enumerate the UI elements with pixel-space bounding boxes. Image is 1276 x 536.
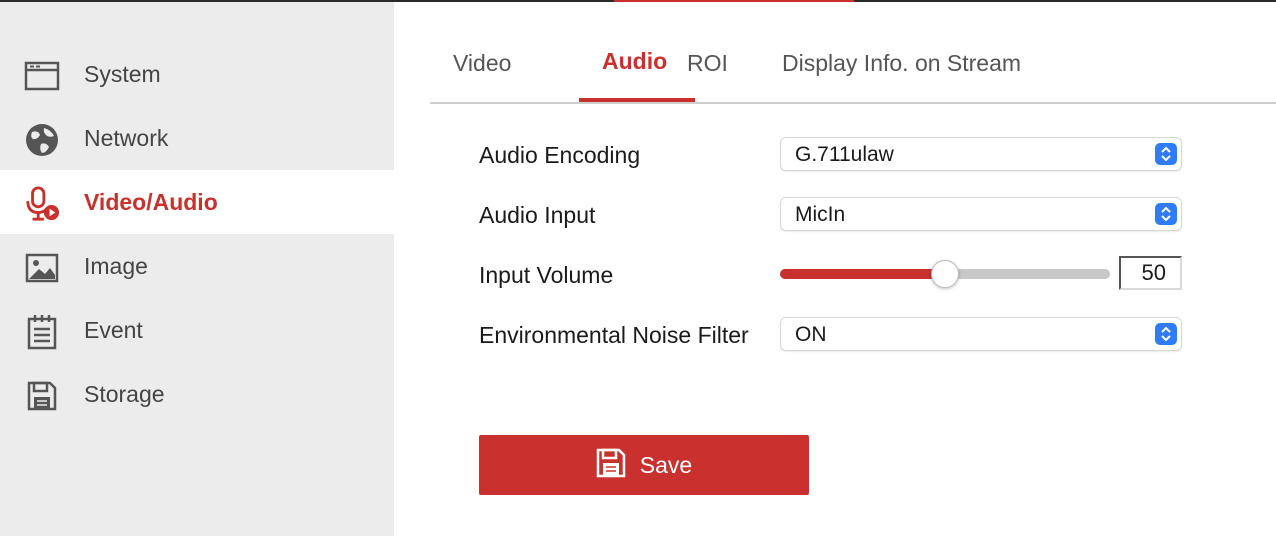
sidebar-item-image[interactable]: Image (0, 234, 394, 298)
sidebar-item-label: System (84, 60, 161, 87)
noise-filter-label: Environmental Noise Filter (479, 322, 749, 348)
main-panel: Video Audio ROI Display Info. on Stream … (394, 2, 1276, 536)
calendar-list-icon (24, 314, 60, 350)
sidebar-item-system[interactable]: System (0, 42, 394, 106)
audio-encoding-label: Audio Encoding (479, 142, 641, 168)
sidebar-item-network[interactable]: Network (0, 106, 394, 170)
audio-encoding-select[interactable]: G.711ulaw (780, 137, 1182, 171)
select-arrows-icon (1155, 323, 1177, 345)
tab-bar: Video Audio ROI Display Info. on Stream (430, 2, 1276, 104)
sidebar: System Network Video/Audio Image Event S… (0, 2, 394, 536)
input-volume-label: Input Volume (479, 262, 614, 288)
tab-video[interactable]: Video (453, 50, 511, 77)
tab-display-info-on-stream[interactable]: Display Info. on Stream (782, 50, 1021, 77)
input-volume-slider-thumb[interactable] (931, 260, 959, 288)
sidebar-item-storage[interactable]: Storage (0, 362, 394, 426)
select-arrows-icon (1155, 143, 1177, 165)
sidebar-item-label: Event (84, 316, 143, 343)
input-volume-slider-fill (780, 269, 945, 279)
globe-icon (24, 122, 60, 158)
audio-input-select[interactable]: MicIn (780, 197, 1182, 231)
sidebar-item-event[interactable]: Event (0, 298, 394, 362)
save-button-label: Save (639, 451, 693, 478)
sidebar-item-video-audio[interactable]: Video/Audio (0, 170, 394, 234)
sidebar-item-label: Video/Audio (84, 188, 218, 215)
noise-filter-select[interactable]: ON (780, 317, 1182, 351)
save-button[interactable]: Save (479, 435, 809, 495)
window-icon (24, 58, 60, 94)
tab-roi[interactable]: ROI (687, 50, 728, 77)
active-tab-indicator (579, 98, 695, 102)
floppy-disk-icon (596, 448, 626, 483)
audio-input-value: MicIn (795, 203, 846, 226)
sidebar-item-label: Network (84, 124, 169, 151)
tab-audio[interactable]: Audio (602, 48, 667, 75)
sidebar-item-label: Image (84, 252, 148, 279)
floppy-disk-icon (24, 378, 60, 414)
microphone-play-icon (24, 186, 60, 222)
audio-input-label: Audio Input (479, 202, 596, 228)
sidebar-item-label: Storage (84, 380, 165, 407)
image-icon (24, 250, 60, 286)
noise-filter-value: ON (795, 323, 827, 346)
audio-encoding-value: G.711ulaw (795, 143, 894, 166)
select-arrows-icon (1155, 203, 1177, 225)
input-volume-field[interactable] (1119, 256, 1182, 290)
